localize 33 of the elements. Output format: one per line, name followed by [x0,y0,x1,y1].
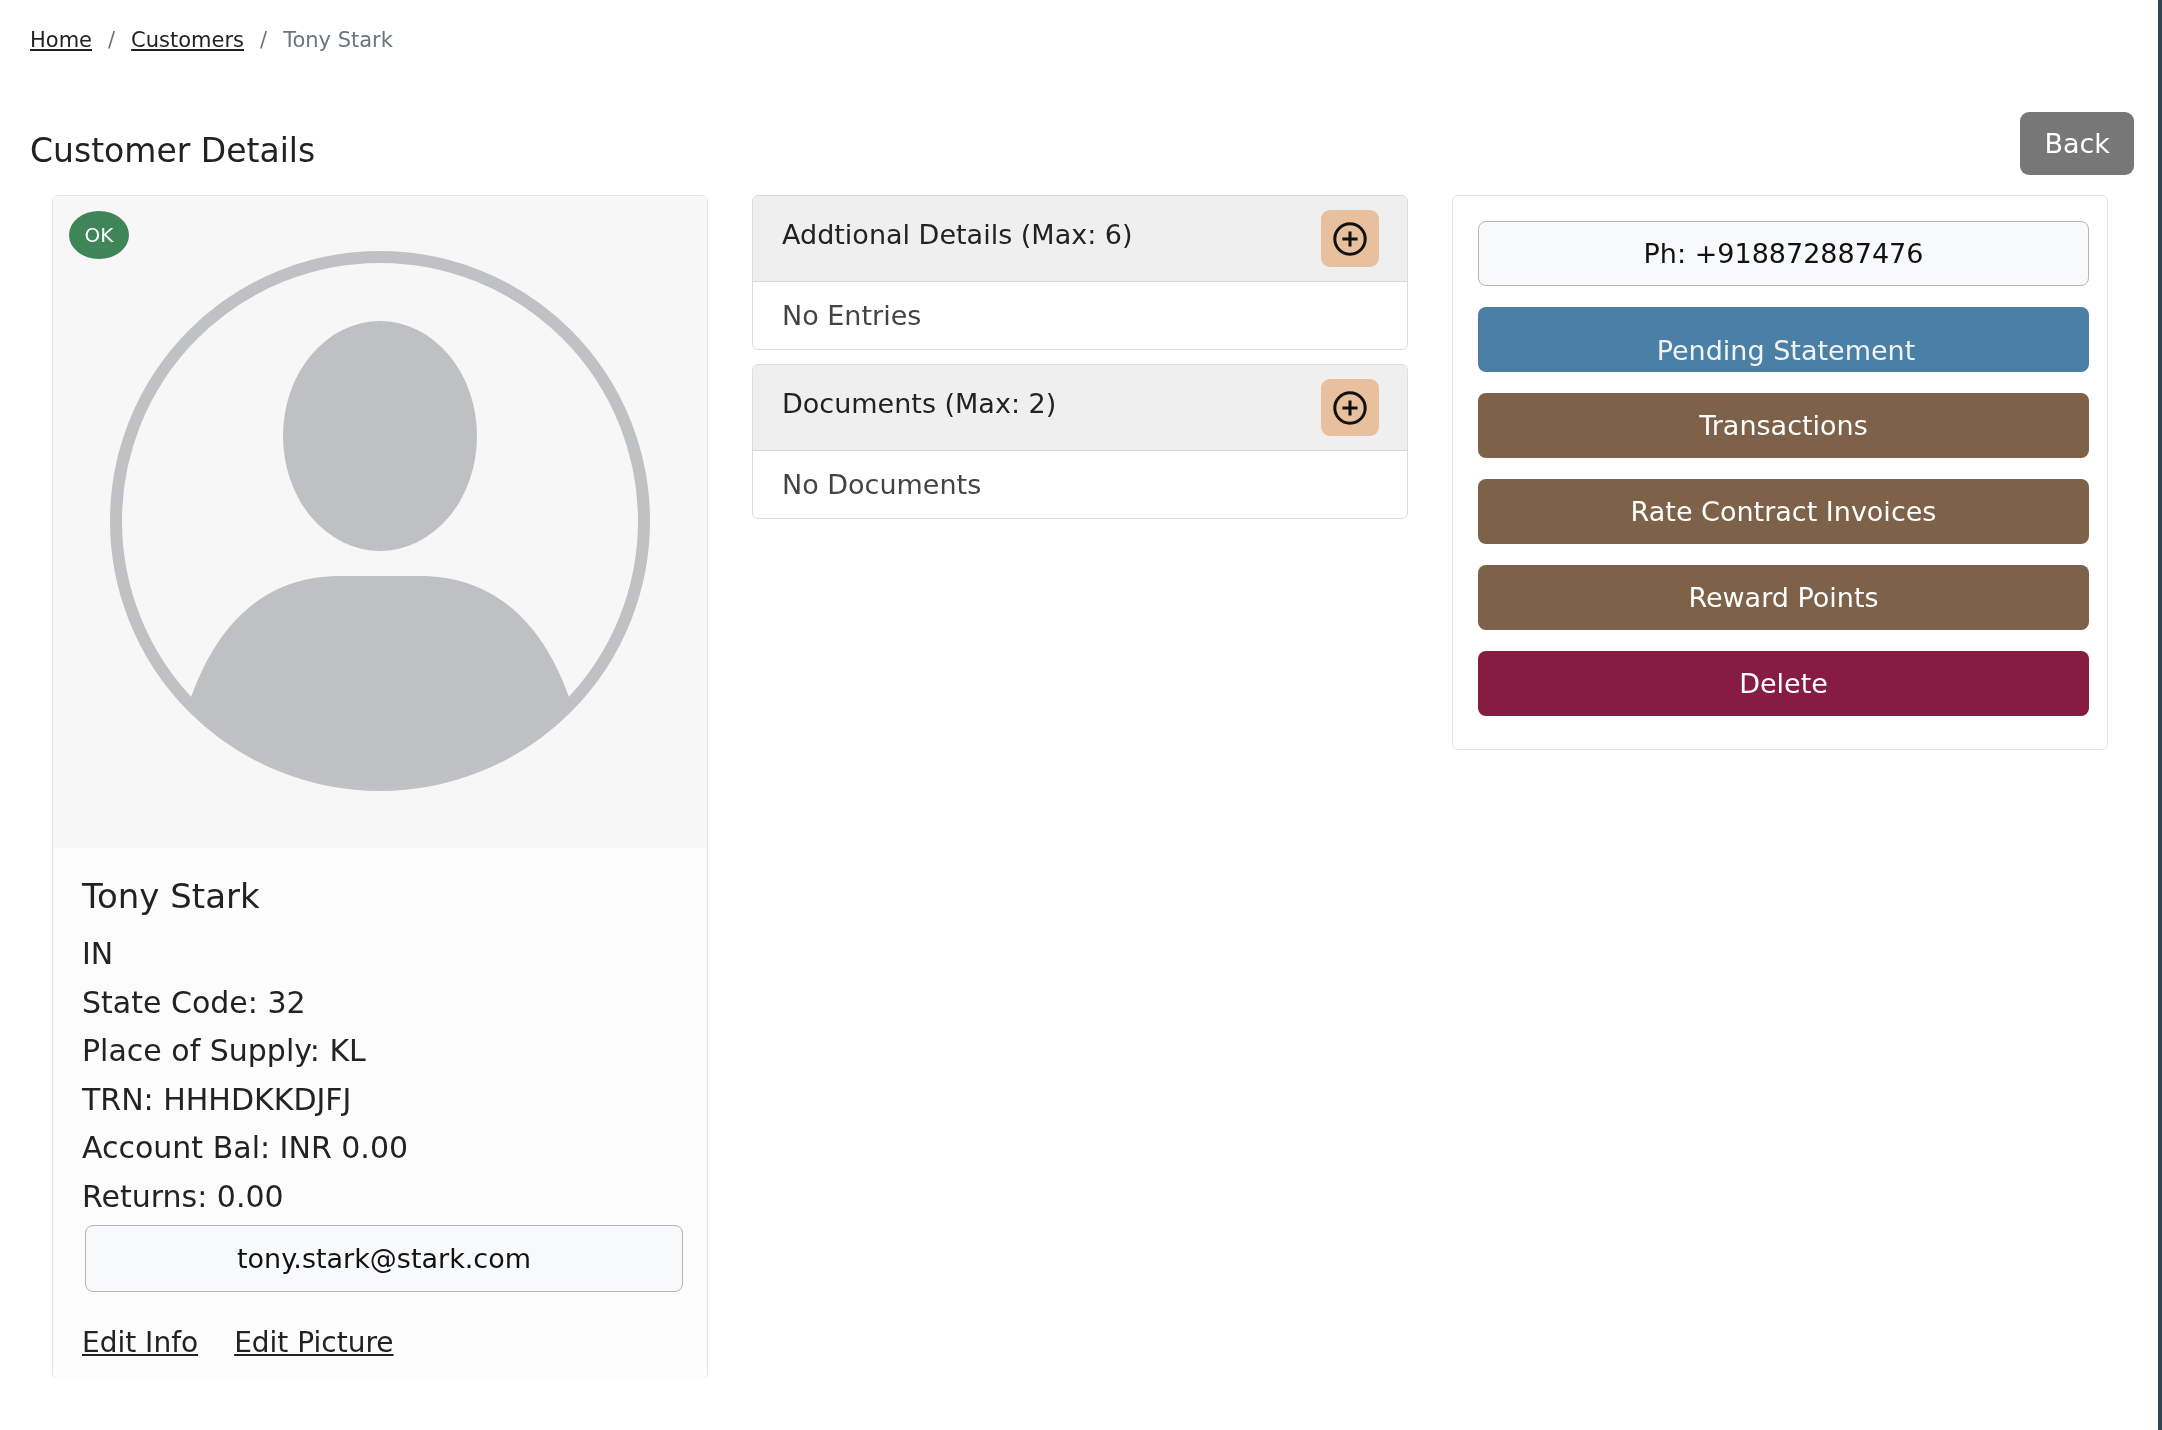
back-button[interactable]: Back [2020,112,2134,175]
add-button[interactable] [1321,210,1379,267]
customer-name: Tony Stark [82,876,261,916]
detail-text: Place of Supply: KL [82,1032,367,1070]
action-button[interactable]: Pending Statement [1478,307,2089,372]
action-button[interactable]: Reward Points [1478,565,2089,630]
edit-link[interactable]: Edit Info [82,1326,199,1359]
action-button[interactable]: Rate Contract Invoices [1478,479,2089,544]
action-button[interactable]: Delete [1478,651,2089,716]
breadcrumb-current: Tony Stark [283,28,393,52]
action-button[interactable]: Transactions [1478,393,2089,458]
avatar-silhouette-icon [110,251,650,791]
email-button[interactable]: tony.stark@stark.com [85,1225,683,1292]
detail-text: State Code: 32 [82,983,307,1022]
phone-button[interactable]: Ph: +918872887476 [1478,221,2089,286]
breadcrumb-separator: / [108,28,116,52]
page-title: Customer Details [30,131,316,170]
edit-link[interactable]: Edit Picture [234,1326,394,1359]
detail-text: Returns: 0.00 [82,1177,285,1216]
breadcrumb-link[interactable]: Customers [131,28,245,52]
status-badge: OK [69,211,129,259]
plus-circle-icon [1331,219,1369,258]
breadcrumb-separator: / [260,28,268,52]
detail-text: IN [82,935,115,973]
add-button[interactable] [1321,379,1379,436]
detail-text: Account Bal: INR 0.00 [82,1129,410,1167]
empty-text: No Entries [781,299,923,333]
breadcrumb-link[interactable]: Home [30,28,92,52]
detail-text: TRN: HHHDKKDJFJ [82,1080,353,1119]
section-title: Documents (Max: 2) [782,388,1057,419]
plus-circle-icon [1331,388,1369,427]
section-title: Addtional Details (Max: 6) [782,219,1133,250]
empty-text: No Documents [781,468,983,502]
